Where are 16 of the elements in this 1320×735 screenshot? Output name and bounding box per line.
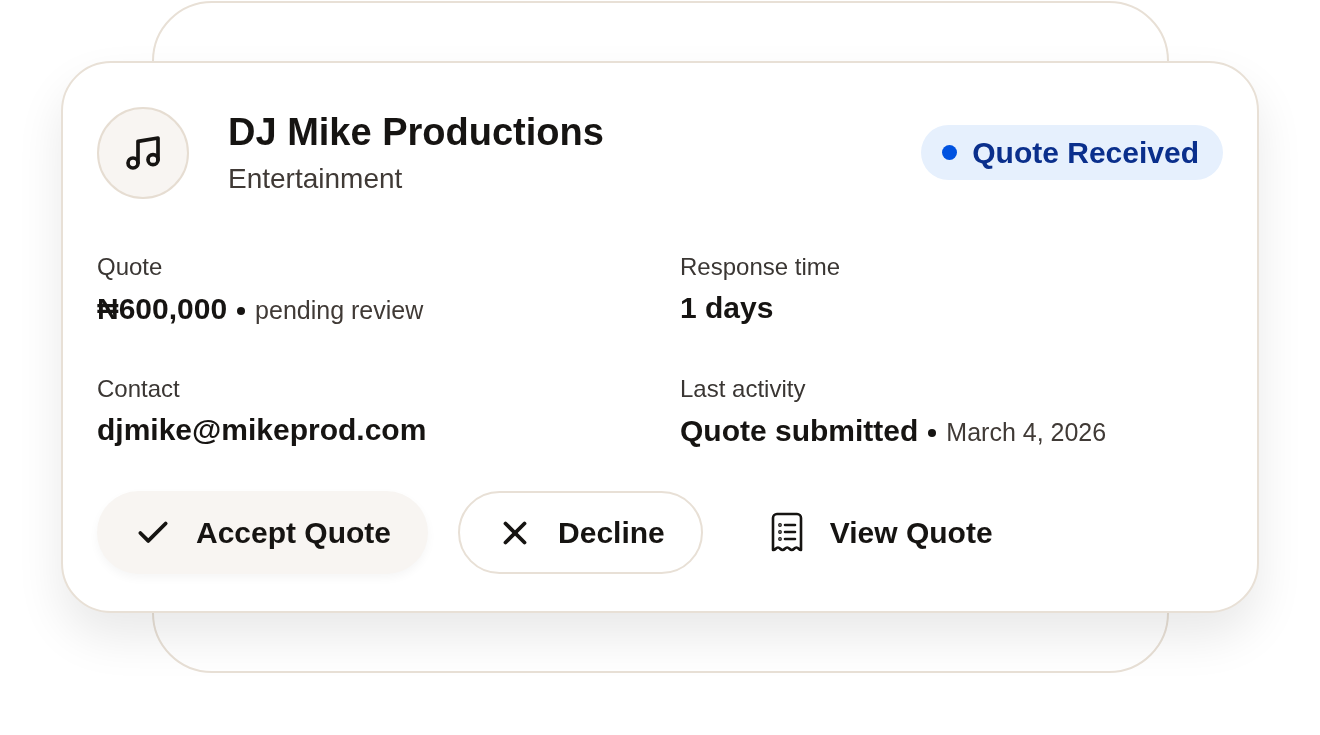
detail-note: pending review bbox=[255, 295, 424, 326]
status-label: Quote Received bbox=[972, 134, 1199, 171]
detail-value: 1 days bbox=[680, 290, 774, 326]
detail-label: Quote bbox=[97, 253, 164, 281]
accept-quote-button[interactable]: Accept Quote bbox=[97, 491, 429, 574]
detail-value: ₦600,000 bbox=[97, 291, 228, 327]
view-quote-button[interactable]: View Quote bbox=[732, 491, 1028, 574]
detail-label: Response time bbox=[680, 253, 842, 281]
detail-label: Contact bbox=[97, 375, 181, 403]
vendor-name: DJ Mike Productions bbox=[228, 110, 604, 155]
detail-value: Quote submitted bbox=[680, 413, 919, 449]
detail-note: March 4, 2026 bbox=[946, 417, 1107, 448]
decline-quote-button[interactable]: Decline bbox=[458, 491, 703, 574]
detail-value: djmike@mikeprod.com bbox=[97, 412, 427, 448]
vendor-category: Entertainment bbox=[228, 162, 404, 196]
detail-label: Last activity bbox=[680, 375, 807, 403]
